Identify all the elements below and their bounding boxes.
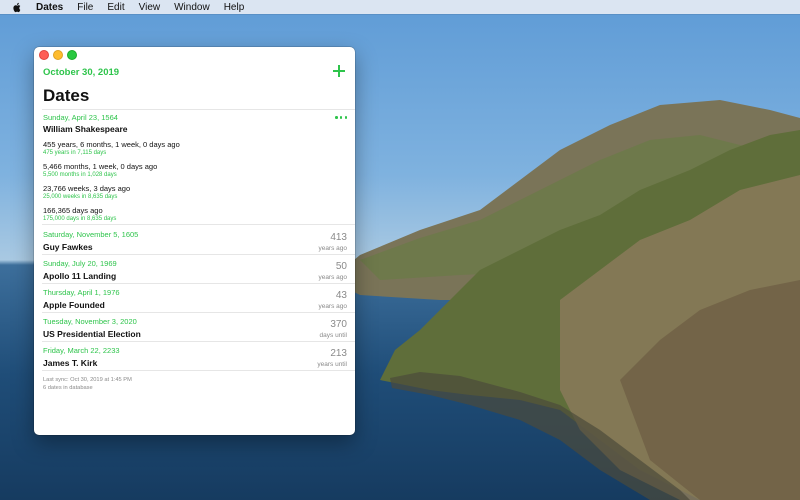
row-divider xyxy=(42,370,355,371)
row-number: 413 xyxy=(330,232,347,243)
menu-app-name[interactable]: Dates xyxy=(36,2,63,13)
row-unit: years ago xyxy=(318,274,347,281)
entry-name: William Shakespeare xyxy=(43,124,128,134)
row-name: US Presidential Election xyxy=(43,329,141,339)
entry-date: Sunday, April 23, 1564 xyxy=(43,113,118,122)
row-number: 213 xyxy=(330,348,347,359)
minimize-button[interactable] xyxy=(53,50,63,60)
stat-main: 5,466 months, 1 week, 0 days ago xyxy=(43,162,158,171)
last-sync-text: Last sync: Oct 30, 2019 at 1:45 PM xyxy=(43,377,132,383)
stat-sub: 175,000 days in 8,635 days xyxy=(43,216,117,222)
add-icon[interactable] xyxy=(333,65,345,77)
apple-icon[interactable] xyxy=(12,2,24,13)
row-divider xyxy=(42,341,355,342)
row-name: James T. Kirk xyxy=(43,358,98,368)
row-date: Friday, March 22, 2233 xyxy=(43,346,120,355)
date-row[interactable]: Thursday, April 1, 1976 Apple Founded 43… xyxy=(43,286,347,314)
row-unit: years ago xyxy=(318,245,347,252)
date-row[interactable]: Saturday, November 5, 1605 Guy Fawkes 41… xyxy=(43,228,347,256)
current-date: October 30, 2019 xyxy=(43,67,120,78)
date-count-text: 6 dates in database xyxy=(43,385,93,391)
status-footer: Last sync: Oct 30, 2019 at 1:45 PM 6 dat… xyxy=(43,376,132,392)
window-controls xyxy=(39,50,81,60)
row-unit: years until xyxy=(317,361,347,368)
row-unit: years ago xyxy=(318,303,347,310)
stat-main: 166,365 days ago xyxy=(43,206,103,215)
zoom-button[interactable] xyxy=(67,50,77,60)
stat-sub: 5,500 months in 1,028 days xyxy=(43,172,117,178)
date-row[interactable]: Friday, March 22, 2233 James T. Kirk 213… xyxy=(43,344,347,372)
title-divider xyxy=(42,109,355,110)
stat-item: 5,466 months, 1 week, 0 days ago 5,500 m… xyxy=(43,162,347,178)
more-icon[interactable] xyxy=(335,116,347,120)
stat-sub: 25,000 weeks in 8,635 days xyxy=(43,194,118,200)
row-number: 43 xyxy=(335,290,347,301)
menu-file[interactable]: File xyxy=(77,2,93,13)
row-name: Guy Fawkes xyxy=(43,242,93,252)
page-title: Dates xyxy=(43,86,90,105)
menu-edit[interactable]: Edit xyxy=(107,2,124,13)
stat-main: 455 years, 6 months, 1 week, 0 days ago xyxy=(43,140,180,149)
menu-help[interactable]: Help xyxy=(224,2,245,13)
date-row[interactable]: Sunday, July 20, 1969 Apollo 11 Landing … xyxy=(43,257,347,285)
stat-main: 23,766 weeks, 3 days ago xyxy=(43,184,131,193)
row-name: Apple Founded xyxy=(43,300,105,310)
row-date: Sunday, July 20, 1969 xyxy=(43,259,117,268)
row-divider xyxy=(42,283,355,284)
row-number: 370 xyxy=(330,319,347,330)
stat-item: 23,766 weeks, 3 days ago 25,000 weeks in… xyxy=(43,184,347,200)
menu-bar: Dates File Edit View Window Help xyxy=(0,0,800,14)
row-number: 50 xyxy=(335,261,347,272)
row-date: Tuesday, November 3, 2020 xyxy=(43,317,137,326)
row-divider xyxy=(42,224,355,225)
row-divider xyxy=(42,254,355,255)
date-row[interactable]: Tuesday, November 3, 2020 US Presidentia… xyxy=(43,315,347,343)
row-date: Saturday, November 5, 1605 xyxy=(43,230,139,239)
stat-item: 455 years, 6 months, 1 week, 0 days ago … xyxy=(43,140,347,156)
stat-sub: 475 years in 7,115 days xyxy=(43,150,107,156)
menu-view[interactable]: View xyxy=(139,2,161,13)
row-divider xyxy=(42,312,355,313)
close-button[interactable] xyxy=(39,50,49,60)
row-name: Apollo 11 Landing xyxy=(43,271,117,281)
menu-window[interactable]: Window xyxy=(174,2,210,13)
row-date: Thursday, April 1, 1976 xyxy=(43,288,120,297)
row-unit: days until xyxy=(319,332,347,339)
dates-window: October 30, 2019 Dates Sunday, April 23,… xyxy=(34,47,355,435)
stat-item: 166,365 days ago 175,000 days in 8,635 d… xyxy=(43,206,347,222)
expanded-date-entry[interactable]: Sunday, April 23, 1564 William Shakespea… xyxy=(43,113,347,222)
